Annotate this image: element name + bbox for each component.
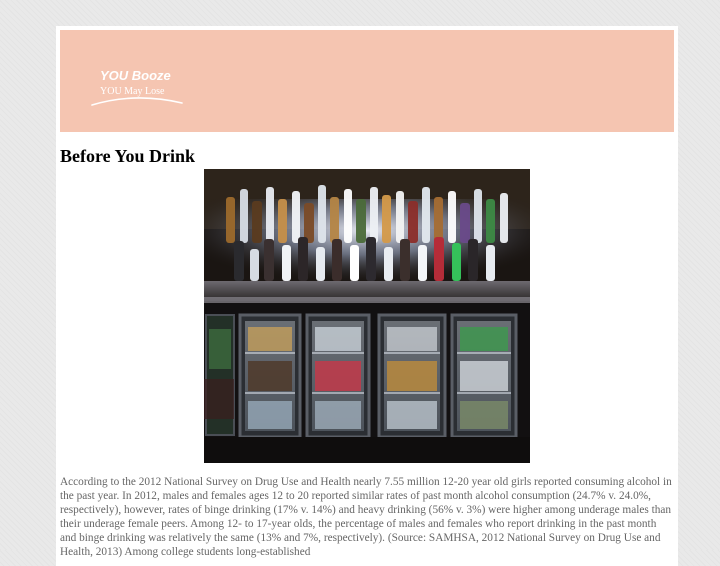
page-title: Before You Drink — [60, 146, 195, 166]
site-logo[interactable]: YOU Booze YOU May Lose — [90, 66, 190, 116]
article-body: According to the 2012 National Survey on… — [60, 476, 672, 558]
logo-title: YOU Booze — [100, 68, 171, 83]
logo-swoosh-icon — [91, 97, 183, 106]
site-header: YOU Booze YOU May Lose — [60, 30, 674, 132]
page-container: YOU Booze YOU May Lose Before You Drink — [56, 26, 678, 566]
bar-shelf-photo — [204, 169, 530, 463]
